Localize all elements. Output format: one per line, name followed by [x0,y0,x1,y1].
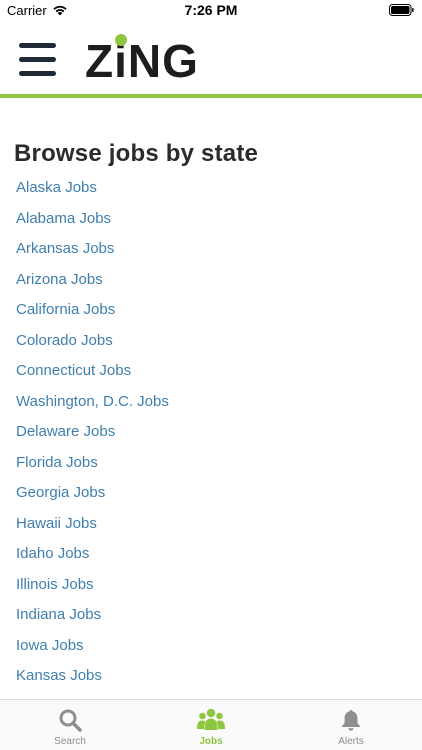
state-jobs-link[interactable]: Delaware Jobs [16,423,169,454]
battery-icon [389,4,414,16]
state-jobs-link[interactable]: Colorado Jobs [16,332,169,363]
logo-letter-z: Z [85,35,115,87]
logo-letters-ng: NG [127,35,199,87]
clock-time: 7:26 PM [184,2,238,18]
state-jobs-link[interactable]: Illinois Jobs [16,576,169,607]
state-jobs-link[interactable]: Indiana Jobs [16,606,169,637]
state-jobs-link[interactable]: Arkansas Jobs [16,240,169,271]
state-jobs-link[interactable]: Alabama Jobs [16,210,169,241]
people-icon [197,708,225,730]
logo-dot [115,34,127,46]
state-jobs-link[interactable]: Idaho Jobs [16,545,169,576]
bell-icon [342,710,360,731]
page-title: Browse jobs by state [14,140,259,167]
state-jobs-link[interactable]: Washington, D.C. Jobs [16,393,169,424]
state-jobs-link[interactable]: California Jobs [16,301,169,332]
state-jobs-link[interactable]: Iowa Jobs [16,637,169,668]
tab-alerts[interactable]: Alerts [281,700,421,750]
state-jobs-link[interactable]: Florida Jobs [16,454,169,485]
app-header: Zi NG [0,22,422,98]
state-jobs-link[interactable]: Alaska Jobs [16,179,169,210]
tab-jobs[interactable]: Jobs [141,700,281,750]
menu-icon[interactable] [19,43,57,77]
state-jobs-link[interactable]: Georgia Jobs [16,484,169,515]
state-jobs-link[interactable]: Arizona Jobs [16,271,169,302]
search-icon [59,709,82,732]
state-job-list: Alaska Jobs Alabama Jobs Arkansas Jobs Ariz… [16,179,169,698]
tab-alerts-label: Alerts [338,736,364,747]
zing-logo[interactable]: Zi NG [85,34,199,87]
state-jobs-link[interactable]: Hawaii Jobs [16,515,169,546]
state-jobs-link[interactable]: Kansas Jobs [16,667,169,698]
tab-search-label: Search [54,736,86,747]
main-content: Browse jobs by state Alaska Jobs Alabama … [0,102,422,699]
tab-search[interactable]: Search [0,700,140,750]
logo-letter-i: i [114,34,128,87]
tab-jobs-label: Jobs [199,736,223,747]
status-bar: Carrier 7:26 PM [0,0,422,22]
state-jobs-link[interactable]: Connecticut Jobs [16,362,169,393]
tab-bar: Search Jobs Alerts [0,699,422,750]
